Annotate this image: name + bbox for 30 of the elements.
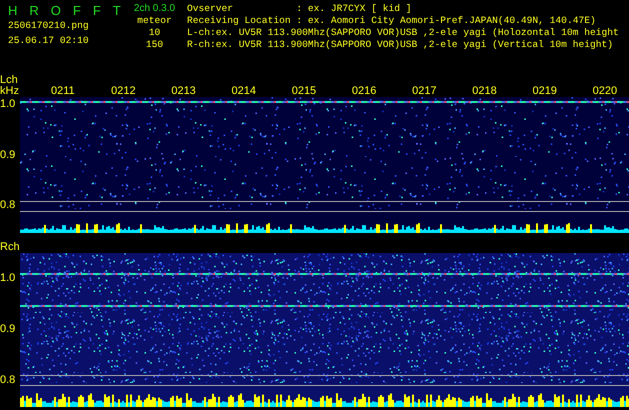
axis-tick-label: 0.8 [0, 375, 16, 386]
channel-label: Rch [0, 242, 20, 253]
count-value: 150 [146, 39, 164, 51]
version-label: 2ch 0.3.0 [134, 3, 176, 15]
axis-tick-label: 1.0 [0, 273, 16, 284]
time-label: 0218 [472, 85, 498, 97]
date-time: 25.06.17 02:10 [8, 34, 89, 48]
file-name: 2506170210.png [8, 19, 89, 33]
info-line: Receiving Location : ex. Aomori City Aomori-Pref.JAPAN(40.49N, 140.47E) [186, 15, 596, 27]
channel-label: Lch [0, 75, 18, 86]
time-label: 0219 [532, 85, 558, 97]
time-label: 0217 [412, 85, 438, 97]
time-label: 0213 [171, 85, 197, 97]
axis-tick-label: 0.9 [0, 324, 16, 335]
time-label: 0211 [50, 85, 76, 97]
time-label: 0216 [352, 85, 378, 97]
app-title: HROFFT [8, 3, 133, 18]
axis-tick-label: 0.8 [0, 200, 16, 211]
time-label: 0215 [292, 85, 318, 97]
mode-label: meteor [137, 15, 172, 27]
axis-tick-label: 1.0 [0, 99, 16, 110]
unit-label: kHz [0, 86, 19, 97]
time-label: 0212 [111, 85, 137, 97]
axis-tick-label: 0.9 [0, 150, 16, 161]
count-value: 10 [148, 27, 160, 39]
time-label: 0220 [592, 85, 618, 97]
info-line: R-ch:ex. UV5R 113.900Mhz(SAPPORO VOR)USB ,2-ele yagi (Vertical 10m height) [186, 39, 614, 51]
info-line: L-ch:ex. UV5R 113.900Mhz(SAPPORO VOR)USB ,2-ele yagi (Holozontal 10m height [186, 27, 619, 39]
time-label: 0214 [232, 85, 257, 97]
info-line: Ovserver : ex. JR7CYX [ kid ] [186, 3, 412, 15]
